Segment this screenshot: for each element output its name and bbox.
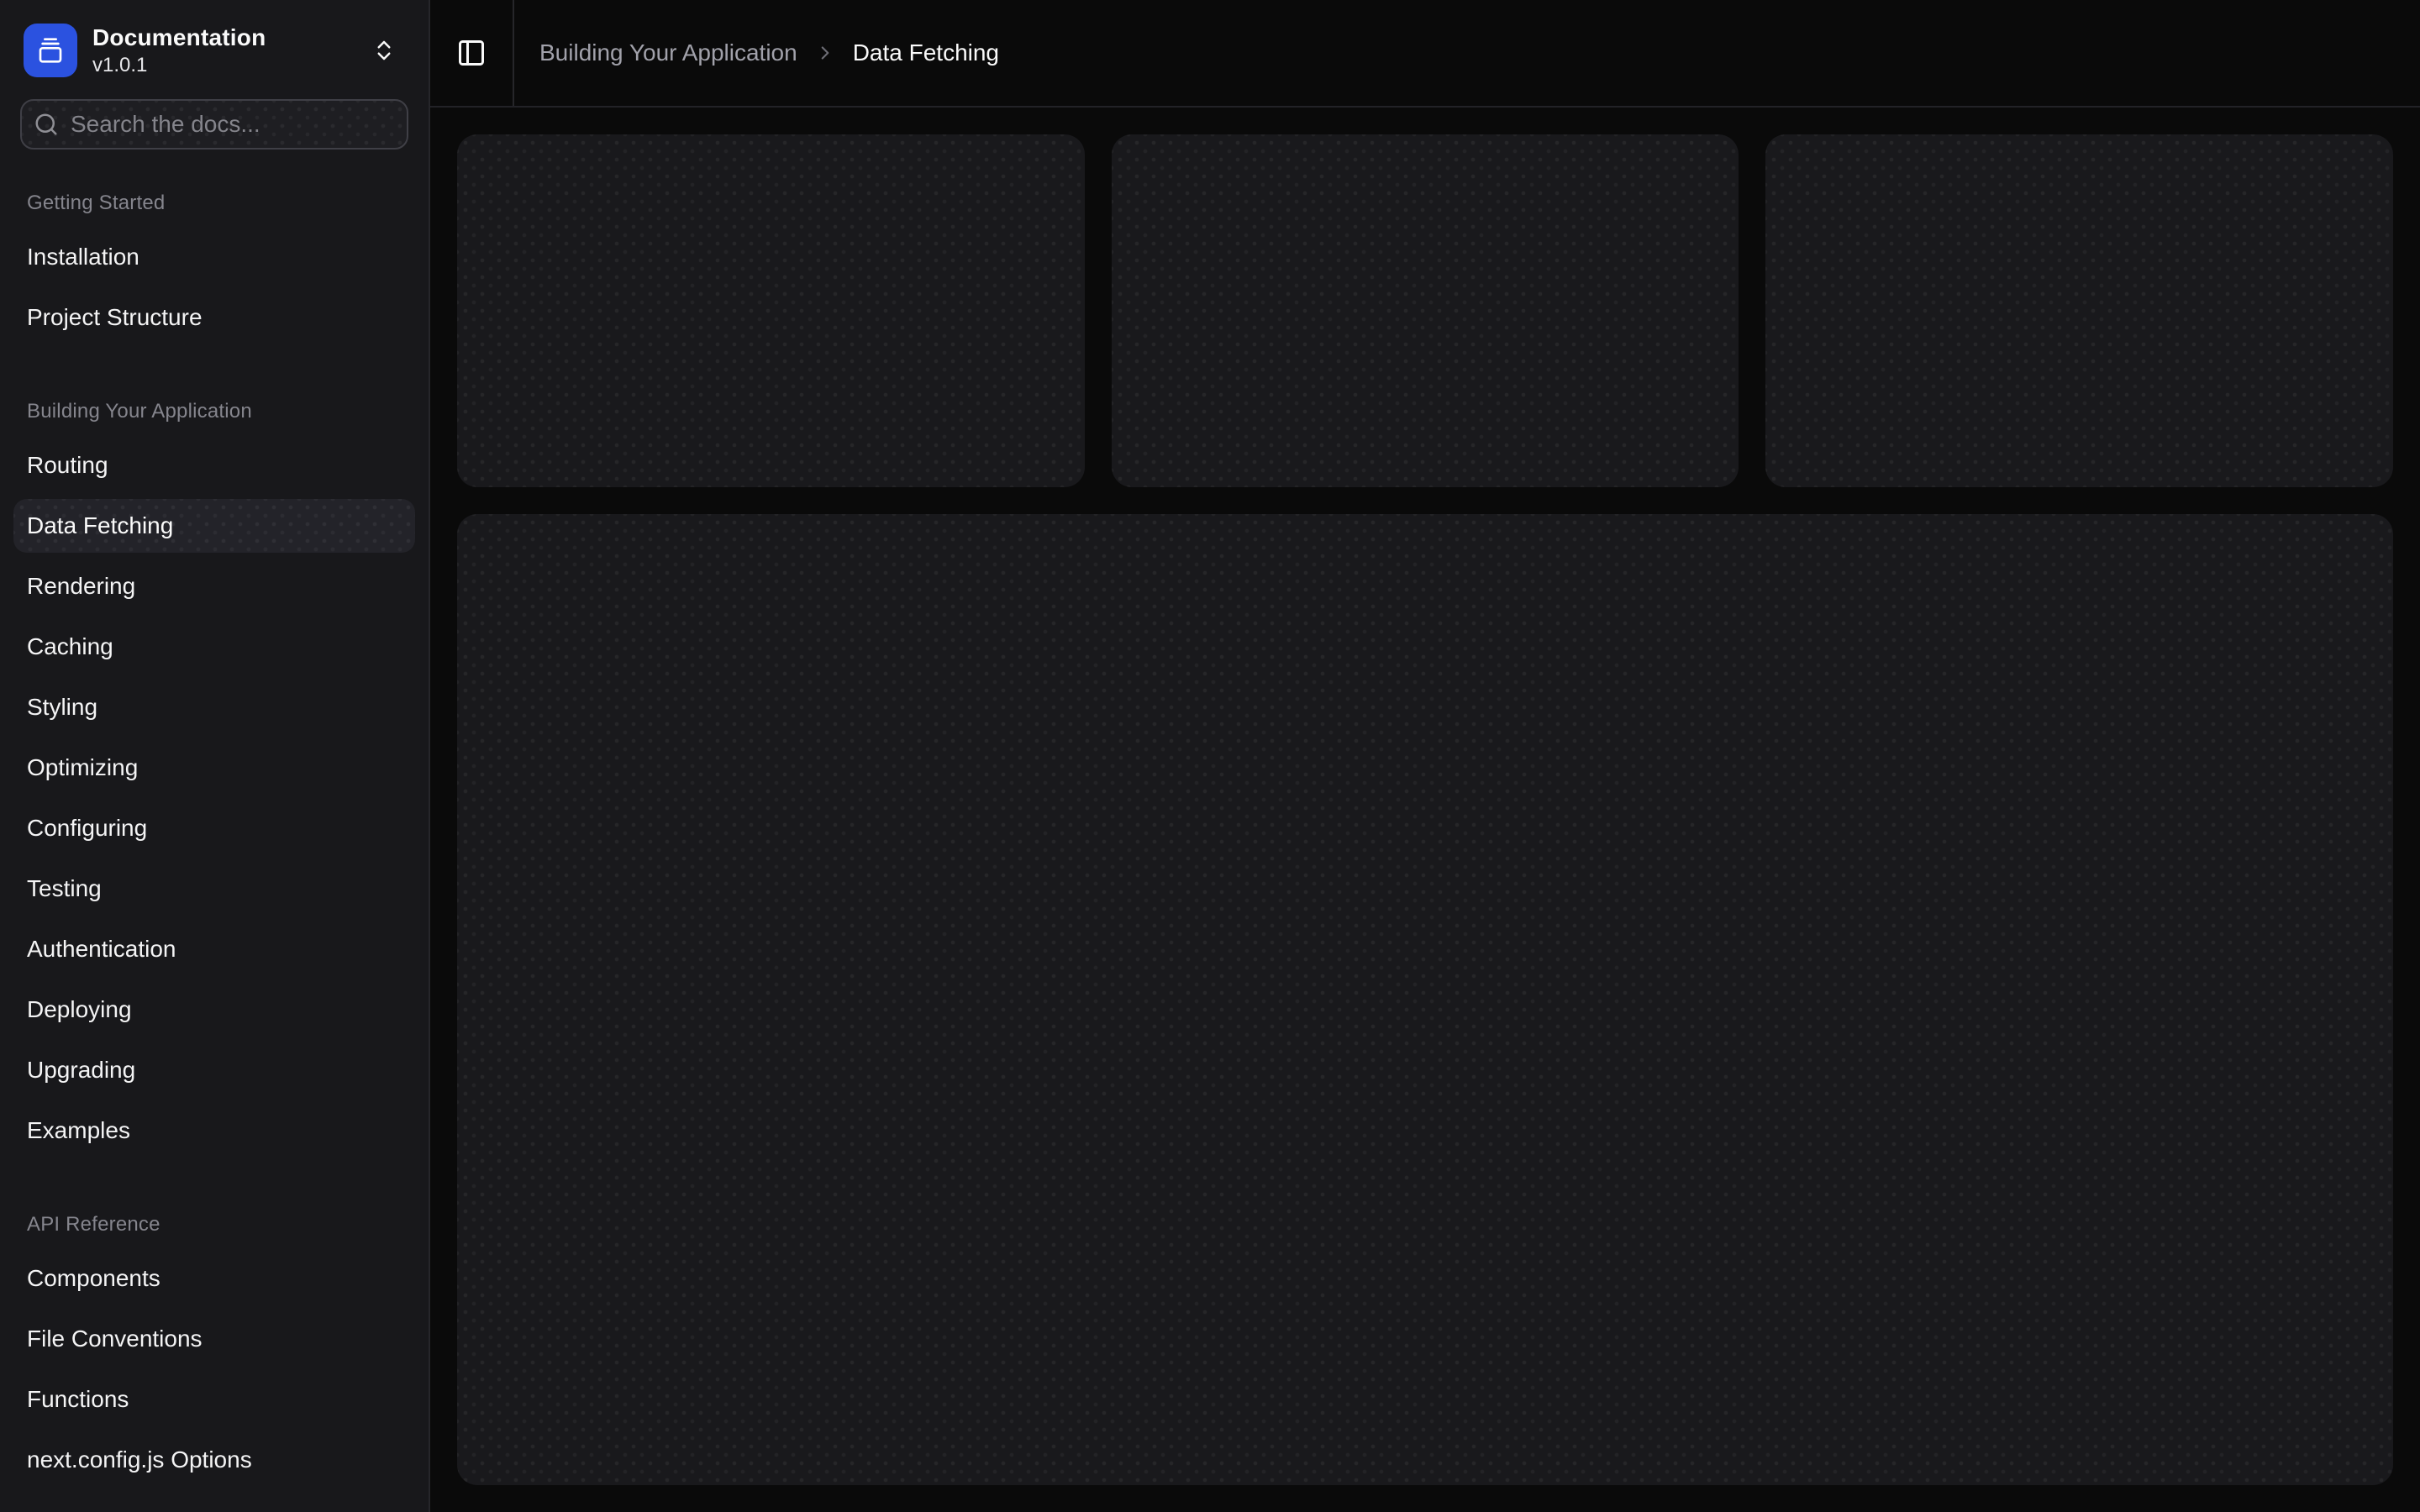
nav-menu: Components File Conventions Functions next.… [13, 1252, 415, 1487]
nav-group-api-reference: API ReferenceComponents File Conventions F… [13, 1198, 415, 1487]
placeholder-card [1765, 134, 2393, 487]
search-input[interactable] [20, 99, 408, 150]
sidebar-item-functions[interactable]: Functions [13, 1373, 415, 1426]
content [430, 108, 2420, 1512]
nav-menu: Routing Data Fetching Rendering Caching Styl… [13, 438, 415, 1158]
nav-group-getting-started: Getting StartedInstallation Project Struc… [13, 176, 415, 344]
sidebar-nav: Getting StartedInstallation Project Struc… [13, 176, 415, 1487]
sidebar: Documentation v1.0.1 Getting StartedInst… [0, 0, 430, 1512]
sidebar-item-styling[interactable]: Styling [13, 680, 415, 734]
app-version: v1.0.1 [92, 54, 266, 77]
sidebar-item-file-conventions[interactable]: File Conventions [13, 1312, 415, 1366]
app-root: Documentation v1.0.1 Getting StartedInst… [0, 0, 2420, 1512]
search-box [20, 99, 408, 150]
placeholder-card [457, 134, 1085, 487]
sidebar-item-routing[interactable]: Routing [13, 438, 415, 492]
placeholder-card [1112, 134, 1739, 487]
sidebar-toggle-button[interactable] [441, 23, 502, 83]
team-switcher-button[interactable]: Documentation v1.0.1 [13, 13, 415, 87]
chevron-right-icon [814, 42, 836, 64]
gallery-vertical-end-icon [37, 37, 64, 64]
sidebar-item-data-fetching[interactable]: Data Fetching [13, 499, 415, 553]
nav-group-label: Building Your Application [13, 385, 415, 438]
nav-menu: Installation Project Structure [13, 230, 415, 344]
sidebar-item-components[interactable]: Components [13, 1252, 415, 1305]
breadcrumb-parent-link[interactable]: Building Your Application [539, 39, 797, 66]
chevrons-up-down-icon [371, 38, 397, 63]
sidebar-item-testing[interactable]: Testing [13, 862, 415, 916]
team-text: Documentation v1.0.1 [92, 24, 266, 77]
breadcrumb-current: Data Fetching [853, 39, 999, 66]
breadcrumb: Building Your Application Data Fetching [514, 0, 999, 106]
placeholder-panel [457, 514, 2393, 1485]
sidebar-item-authentication[interactable]: Authentication [13, 922, 415, 976]
nav-group-building-your-application: Building Your ApplicationRouting Data Fet… [13, 385, 415, 1158]
app-title: Documentation [92, 24, 266, 51]
sidebar-item-caching[interactable]: Caching [13, 620, 415, 674]
app-logo [24, 24, 77, 77]
sidebar-item-upgrading[interactable]: Upgrading [13, 1043, 415, 1097]
sidebar-item-rendering[interactable]: Rendering [13, 559, 415, 613]
main-header: Building Your Application Data Fetching [430, 0, 2420, 108]
nav-group-label: API Reference [13, 1198, 415, 1252]
panel-left-icon [456, 38, 487, 68]
placeholder-cards-row [457, 134, 2393, 487]
nav-group-label: Getting Started [13, 176, 415, 230]
sidebar-item-configuring[interactable]: Configuring [13, 801, 415, 855]
sidebar-item-optimizing[interactable]: Optimizing [13, 741, 415, 795]
sidebar-item-next-config-js-options[interactable]: next.config.js Options [13, 1433, 415, 1487]
header-toggle-zone [430, 0, 514, 106]
sidebar-item-deploying[interactable]: Deploying [13, 983, 415, 1037]
main-area: Building Your Application Data Fetching [430, 0, 2420, 1512]
sidebar-item-examples[interactable]: Examples [13, 1104, 415, 1158]
sidebar-item-installation[interactable]: Installation [13, 230, 415, 284]
sidebar-item-project-structure[interactable]: Project Structure [13, 291, 415, 344]
